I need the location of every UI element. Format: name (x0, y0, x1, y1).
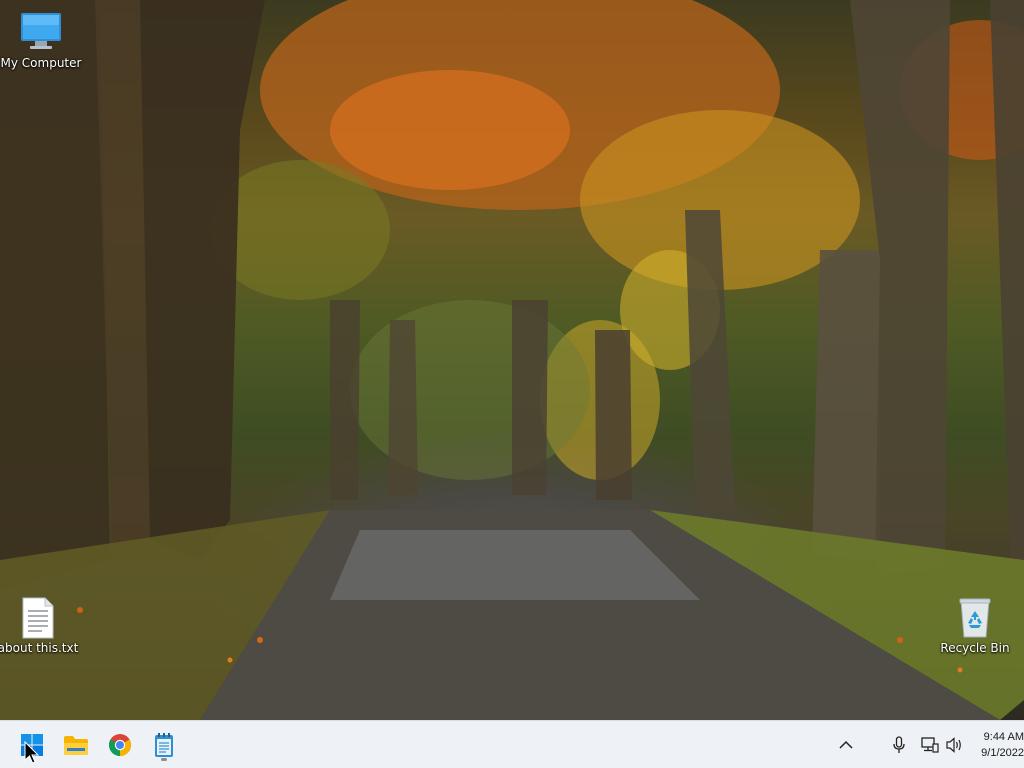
microphone-icon (893, 736, 905, 753)
chevron-up-icon (839, 740, 853, 749)
desktop-icon-about-this-txt[interactable]: about this.txt (0, 597, 79, 655)
wallpaper-image (0, 0, 1024, 720)
desktop-icon-label: about this.txt (0, 641, 79, 655)
taskbar-chrome-button[interactable] (102, 728, 138, 762)
clock-date: 9/1/2022 (981, 747, 1024, 759)
text-file-icon (22, 597, 54, 639)
taskbar-notepad-button[interactable] (146, 728, 182, 762)
desktop[interactable]: My Computer about this.txt Recycle Bin (0, 0, 1024, 720)
desktop-icon-recycle-bin[interactable]: Recycle Bin (934, 597, 1016, 655)
tray-volume-button[interactable] (945, 735, 965, 755)
tray-microphone-button[interactable] (889, 735, 909, 755)
notepad-icon (155, 733, 173, 757)
recycle-bin-icon (959, 598, 991, 638)
taskbar-file-explorer-button[interactable] (58, 728, 94, 762)
taskbar-clock[interactable]: 9:44 AM 9/1/2022 (976, 729, 1024, 761)
desktop-icon-label: Recycle Bin (940, 641, 1010, 655)
mouse-cursor-icon (24, 741, 40, 764)
taskbar: 9:44 AM 9/1/2022 (0, 720, 1024, 768)
chrome-icon (109, 734, 131, 756)
network-icon (921, 737, 939, 753)
folder-icon (64, 736, 88, 755)
clock-time: 9:44 AM (983, 731, 1024, 743)
computer-icon (21, 13, 61, 49)
tray-network-button[interactable] (920, 735, 940, 755)
desktop-icon-my-computer[interactable]: My Computer (0, 10, 82, 70)
speaker-icon (946, 737, 961, 753)
desktop-icon-label: My Computer (0, 56, 82, 70)
show-hidden-icons-button[interactable] (836, 735, 856, 755)
